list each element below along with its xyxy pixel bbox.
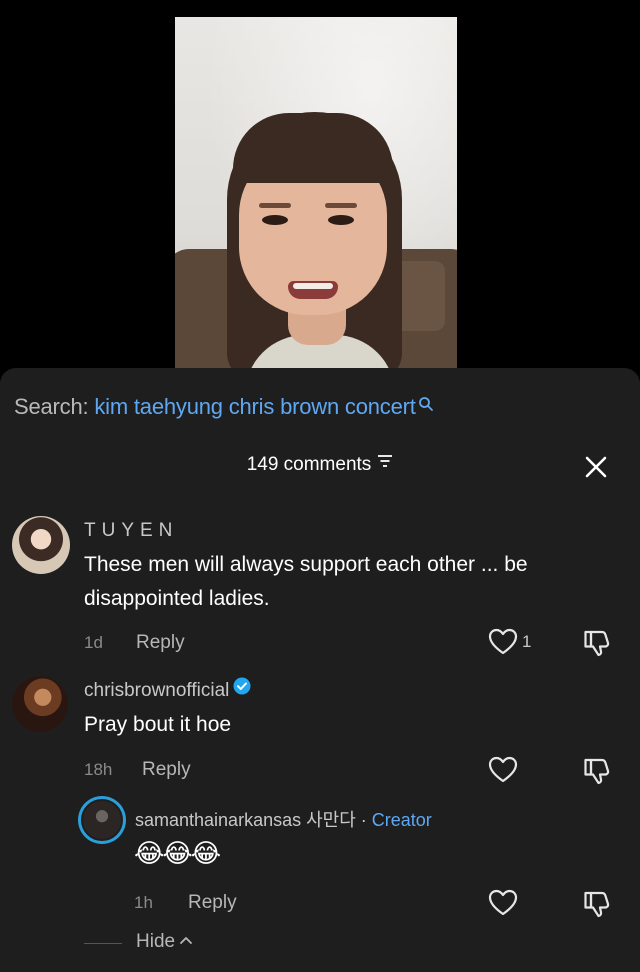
search-icon[interactable] — [418, 392, 434, 418]
comment-username[interactable]: TUYEN — [84, 520, 178, 542]
like-count: 1 — [522, 632, 532, 651]
heart-icon[interactable] — [488, 756, 518, 789]
heart-icon[interactable] — [488, 889, 518, 922]
search-suggestion[interactable]: Search: kim taehyung chris brown concert — [14, 394, 434, 420]
reply-button[interactable]: Reply — [188, 892, 237, 914]
comment-text: These men will always support each other… — [84, 553, 528, 610]
comment-time: 1d — [84, 633, 103, 652]
comment-time: 18h — [84, 760, 113, 779]
video-brow — [325, 203, 357, 208]
filter-icon[interactable] — [377, 452, 393, 474]
avatar[interactable] — [12, 676, 68, 732]
dislike-icon[interactable] — [582, 628, 612, 663]
search-term[interactable]: kim taehyung chris brown concert — [94, 394, 416, 419]
screen: Search: kim taehyung chris brown concert… — [0, 0, 640, 972]
reply-button[interactable]: Reply — [142, 759, 191, 781]
search-prefix: Search: — [14, 394, 89, 419]
reply-time: 1h — [134, 893, 153, 912]
reply-username-text[interactable]: samanthainarkansas 사만다 — [135, 810, 356, 830]
video-eye — [328, 215, 354, 225]
reply-username[interactable]: samanthainarkansas 사만다 · Creator — [135, 806, 432, 832]
avatar — [81, 799, 123, 841]
comments-count[interactable]: 149 comments — [0, 454, 640, 476]
video-player[interactable] — [175, 17, 457, 373]
creator-badge: Creator — [371, 810, 432, 830]
reply-text: 😂😂😂 — [134, 838, 221, 868]
video-eye — [262, 215, 288, 225]
dislike-icon[interactable] — [582, 756, 612, 791]
verified-icon — [233, 677, 251, 701]
hide-replies-button[interactable]: Hide — [136, 931, 193, 953]
avatar[interactable] — [12, 516, 70, 574]
close-icon[interactable] — [583, 454, 609, 480]
reply-button[interactable]: Reply — [136, 632, 185, 654]
avatar-creator[interactable] — [78, 796, 126, 844]
video-brow — [259, 203, 291, 208]
video-hair-top — [233, 113, 393, 183]
comments-count-label: 149 comments — [246, 454, 372, 475]
comment-text: Pray bout it hoe — [84, 713, 232, 736]
comment-username-text[interactable]: chrisbrownofficial — [84, 680, 229, 701]
chevron-up-icon — [179, 929, 193, 951]
heart-icon[interactable] — [488, 628, 518, 661]
dislike-icon[interactable] — [582, 889, 612, 924]
hide-label: Hide — [136, 931, 176, 952]
separator: · — [355, 810, 372, 830]
comment-username[interactable]: chrisbrownofficial — [84, 677, 251, 702]
video-teeth — [293, 283, 333, 289]
divider — [84, 943, 122, 944]
comments-panel: Search: kim taehyung chris brown concert… — [0, 368, 640, 972]
